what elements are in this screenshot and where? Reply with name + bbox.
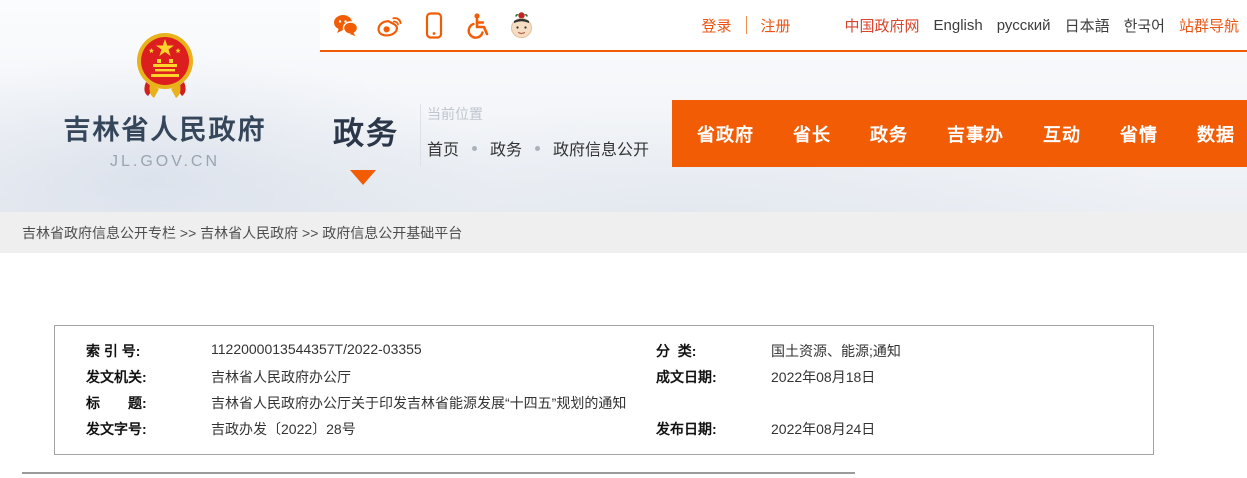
- doc-number-value: 吉政办发〔2022〕28号: [211, 419, 356, 439]
- nav-item-interaction[interactable]: 互动: [1043, 121, 1081, 147]
- category-value: 国土资源、能源;通知: [771, 341, 901, 361]
- nav-item-zhengwu[interactable]: 政务: [870, 121, 908, 147]
- breadcrumb-zhengwu[interactable]: 政务: [490, 136, 522, 160]
- login-register-divider: [746, 16, 747, 34]
- issuing-agency-label: 发文机关:: [86, 367, 211, 387]
- mobile-icon[interactable]: [420, 12, 447, 39]
- meta-row-title: 标 题: 吉林省人民政府办公厅关于印发吉林省能源发展“十四五”规划的通知: [86, 390, 1153, 416]
- doc-title-value: 吉林省人民政府办公厅关于印发吉林省能源发展“十四五”规划的通知: [211, 393, 626, 413]
- nav-item-provincial-gov[interactable]: 省政府: [697, 121, 754, 147]
- lang-russian-link[interactable]: русский: [997, 17, 1051, 34]
- national-emblem-icon: [134, 30, 196, 100]
- breadcrumb-label: 当前位置: [427, 104, 649, 124]
- publish-date-label: 发布日期:: [656, 419, 771, 439]
- category-label: 分 类:: [656, 341, 771, 361]
- doc-meta-panel: 索 引 号: 1122000013544357T/2022-03355 分 类:…: [54, 325, 1154, 455]
- breadcrumb-home[interactable]: 首页: [427, 136, 459, 160]
- index-number-label: 索 引 号:: [86, 341, 211, 361]
- publish-date-value: 2022年08月24日: [771, 419, 875, 439]
- breadcrumb-info-disclosure[interactable]: 政府信息公开: [553, 136, 649, 160]
- section-divider: [420, 104, 421, 166]
- index-number-value: 1122000013544357T/2022-03355: [211, 341, 422, 361]
- site-name: 吉林省人民政府: [50, 108, 280, 147]
- nav-item-governor[interactable]: 省长: [793, 121, 831, 147]
- accessibility-icon[interactable]: [464, 12, 491, 39]
- section-block: 政务: [333, 108, 399, 153]
- site-header: 登录 注册 中国政府网 English русский 日本語 한국어 站群导航: [0, 0, 1247, 212]
- meta-row-agency: 发文机关: 吉林省人民政府办公厅 成文日期: 2022年08月18日: [86, 364, 1153, 390]
- register-link[interactable]: 注册: [761, 15, 791, 36]
- dot-separator-icon: [535, 146, 540, 151]
- login-link[interactable]: 登录: [701, 15, 731, 36]
- section-title: 政务: [333, 108, 399, 153]
- lang-japanese-link[interactable]: 日本語: [1065, 15, 1110, 36]
- dot-separator-icon: [472, 146, 477, 151]
- mascot-icon[interactable]: [508, 12, 535, 39]
- breadcrumb: 当前位置 首页 政务 政府信息公开: [427, 104, 649, 160]
- site-group-nav-link[interactable]: 站群导航: [1179, 15, 1239, 36]
- lang-korean-link[interactable]: 한국어: [1124, 15, 1165, 36]
- path-bar: 吉林省政府信息公开专栏 >> 吉林省人民政府 >> 政府信息公开基础平台: [0, 212, 1247, 253]
- doc-title-label: 标 题:: [86, 393, 211, 413]
- path-bar-text: 吉林省政府信息公开专栏 >> 吉林省人民政府 >> 政府信息公开基础平台: [22, 223, 462, 243]
- weibo-icon[interactable]: [376, 12, 403, 39]
- doc-number-label: 发文字号:: [86, 419, 211, 439]
- gov-cn-link[interactable]: 中国政府网: [845, 15, 920, 36]
- topbar: 登录 注册 中国政府网 English русский 日本語 한국어 站群导航: [320, 0, 1247, 52]
- triangle-down-icon: [350, 170, 376, 185]
- nav-item-jishiban[interactable]: 吉事办: [947, 121, 1004, 147]
- topbar-links: 登录 注册 中国政府网 English русский 日本語 한국어 站群导航: [701, 15, 1247, 36]
- meta-row-number: 发文字号: 吉政办发〔2022〕28号 发布日期: 2022年08月24日: [86, 416, 1153, 442]
- issuing-agency-value: 吉林省人民政府办公厅: [211, 367, 351, 387]
- written-date-label: 成文日期:: [656, 367, 771, 387]
- meta-row-index: 索 引 号: 1122000013544357T/2022-03355 分 类:…: [86, 338, 1153, 364]
- brand[interactable]: 吉林省人民政府 JL.GOV.CN: [50, 30, 280, 171]
- wechat-icon[interactable]: [332, 12, 359, 39]
- topbar-icons: [320, 12, 535, 39]
- written-date-value: 2022年08月18日: [771, 367, 875, 387]
- nav-item-province-info[interactable]: 省情: [1120, 121, 1158, 147]
- site-domain: JL.GOV.CN: [50, 153, 280, 171]
- lang-english-link[interactable]: English: [934, 17, 983, 34]
- nav-item-data[interactable]: 数据: [1197, 121, 1235, 147]
- main-nav: 省政府 省长 政务 吉事办 互动 省情 数据: [672, 100, 1247, 167]
- content-divider: [22, 472, 855, 474]
